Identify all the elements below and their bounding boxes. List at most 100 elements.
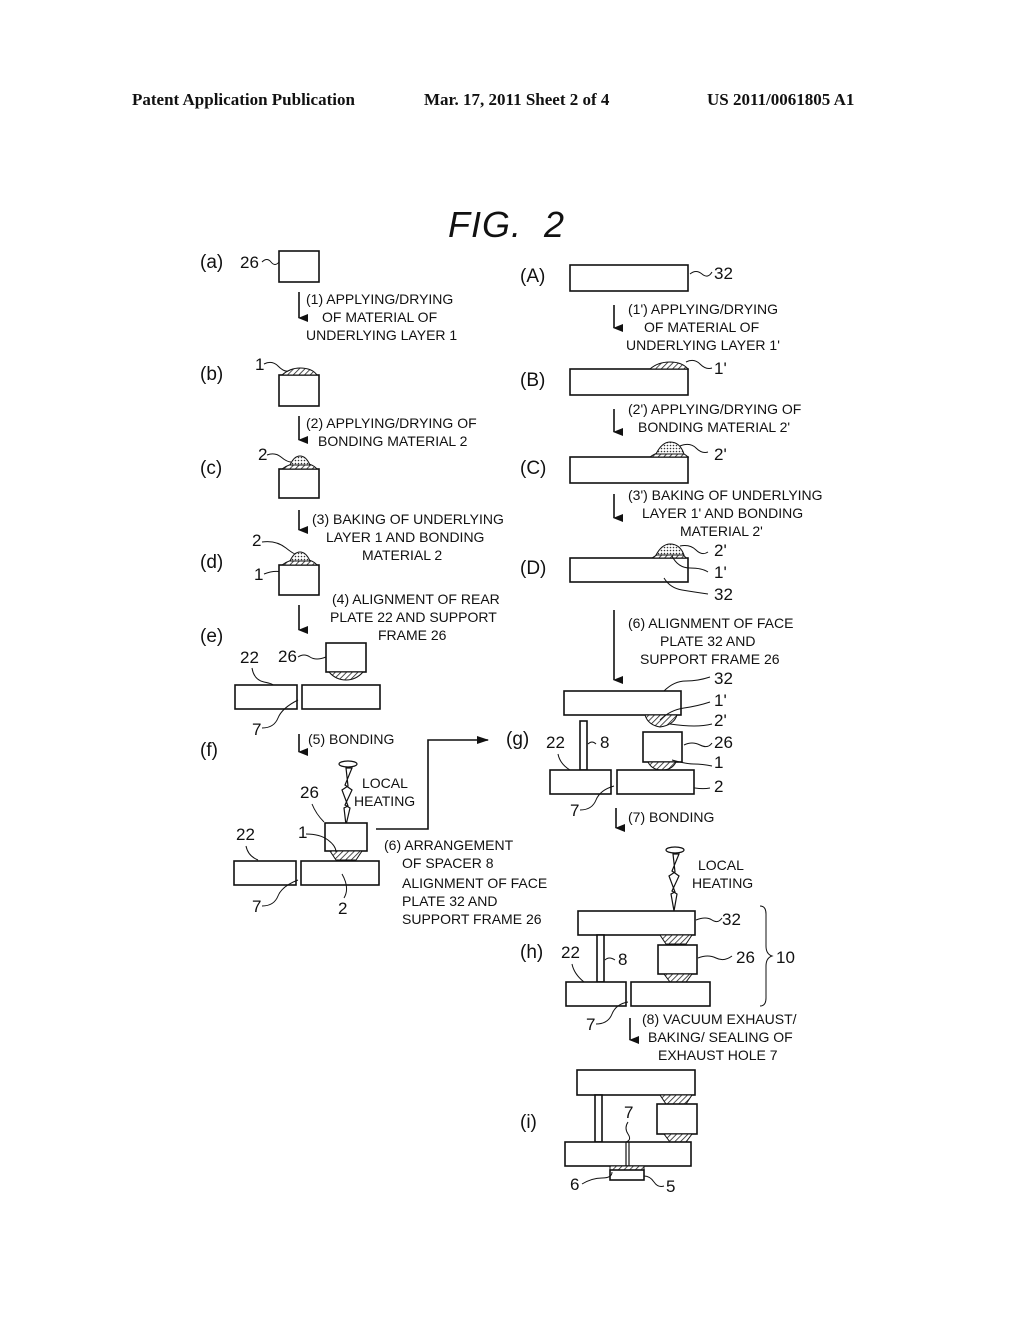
support-frame-26 [656,1103,698,1135]
ref-7: 7 [624,1103,633,1122]
rear-plate-22-left [565,981,627,1007]
bonding-layer [327,671,365,681]
ref-26: 26 [240,253,259,272]
leader-line [557,753,571,771]
panel-f: (f) LOCAL HEATING 26 1 22 7 2 (6) ARRANG… [200,740,551,927]
underlying-layer-1p [644,714,678,728]
leader-line [669,723,713,727]
leader-line [679,545,709,555]
panel-B: (B) 1' [520,359,727,396]
ref-26: 26 [278,647,297,666]
leader-line [251,667,275,687]
step-2p-label: (2') APPLYING/DRYING OF BONDING MATERIAL… [628,401,805,435]
assembly-brace [759,905,774,1007]
leader-line [245,845,259,861]
bonding-material-2p [655,543,685,556]
ref-5: 5 [666,1177,675,1196]
ref-2p: 2' [714,445,727,464]
leader-line [261,259,280,265]
leader-line [263,361,289,372]
leader-line [643,1175,665,1187]
heater-tip-icon [338,760,358,768]
ref-1p: 1' [714,359,727,378]
ref-26: 26 [300,783,319,802]
face-plate-32 [569,264,689,292]
ref-1: 1 [298,823,307,842]
bonding-layer [647,761,677,771]
heat-beam-icon [341,767,353,826]
support-frame-26 [325,642,367,673]
ref-7: 7 [252,720,261,739]
leader-line [571,963,585,983]
ref-26: 26 [736,948,755,967]
support-frame-26 [642,731,683,763]
ref-8: 8 [618,950,627,969]
leader-line [683,742,713,748]
leader-line [663,676,711,692]
panel-e: (e) 22 26 7 [200,626,381,739]
bonded-layer [329,850,363,861]
panel-label-h: (h) [520,942,543,963]
step-1p-label: (1') APPLYING/DRYING OF MATERIAL OF UNDE… [626,301,782,353]
ref-32: 32 [722,910,741,929]
panel-i: (i) 7 6 5 [520,1069,698,1196]
step-1-label: (1) APPLYING/DRYING OF MATERIAL OF UNDER… [306,291,457,343]
leader-line [587,741,597,745]
face-plate-32 [569,368,689,396]
panel-c: (c) 2 [200,445,320,499]
ref-1: 1 [255,355,264,374]
step-3-label: (3) BAKING OF UNDERLYING LAYER 1 AND BON… [312,511,508,563]
ref-2: 2 [338,899,347,918]
step-6-left-label: (6) ARRANGEMENT OF SPACER 8 ALIGNMENT OF… [384,837,551,927]
spacer-8 [596,934,605,983]
ref-22: 22 [240,648,259,667]
panel-label-D: (D) [520,558,546,579]
panel-h: (h) LOCAL HEATING 32 26 8 22 7 10 [520,846,795,1034]
panel-D: (D) 2' 1' 32 [520,541,733,604]
bonding-material-2p [655,441,685,455]
step-8-label: (8) VACUUM EXHAUST/ BAKING/ SEALING OF E… [642,1011,800,1063]
leader-line [695,917,723,923]
rear-plate-22-left [233,860,297,886]
rear-plate-22-right [301,684,381,710]
ref-7: 7 [570,801,579,820]
panel-a: (a) 26 [200,250,320,283]
leader-line [266,453,292,463]
spacer-8 [579,720,588,771]
panel-label-i: (i) [520,1112,537,1133]
bonded-layer-bottom [663,1133,693,1143]
panel-label-e: (e) [200,626,223,647]
rear-plate-22-right [630,981,711,1007]
bonded-layer-top [659,934,693,945]
ref-2: 2 [252,531,261,550]
heat-beam-icon [668,853,680,912]
support-frame-26 [278,374,320,407]
bonded-layer-bottom [663,973,693,983]
step-2-label: (2) APPLYING/DRYING OF BONDING MATERIAL … [306,415,481,449]
step-4-label: (4) ALIGNMENT OF REAR PLATE 22 AND SUPPO… [330,591,504,643]
ref-22: 22 [561,943,580,962]
underlying-layer-1 [280,367,318,376]
panel-g: (g) 32 1' 2' 26 1 2 8 22 7 [506,669,733,820]
process-diagram: (a) 26 (1) APPLYING/DRYING OF MATERIAL O… [200,250,823,1196]
ref-22: 22 [236,825,255,844]
rear-plate-22-right [616,769,695,795]
rear-plate-22-joined [564,1141,692,1167]
face-plate-32 [569,456,689,484]
sealing-cap-5 [609,1169,645,1181]
panel-label-g: (g) [506,729,529,750]
ref-2p: 2' [714,541,727,560]
local-heating-label: LOCAL HEATING [354,775,415,809]
ref-2: 2 [714,777,723,796]
ref-1p: 1' [714,563,727,582]
support-frame-26 [657,944,698,975]
bonded-layer-top [659,1094,693,1105]
leader-line [604,957,616,961]
local-heating-label: LOCAL HEATING [692,857,753,891]
leader-line [297,654,327,660]
face-plate-32 [569,557,689,583]
panel-label-A: (A) [520,266,545,287]
leader-line [261,541,299,555]
ref-6: 6 [570,1175,579,1194]
ref-22: 22 [546,733,565,752]
